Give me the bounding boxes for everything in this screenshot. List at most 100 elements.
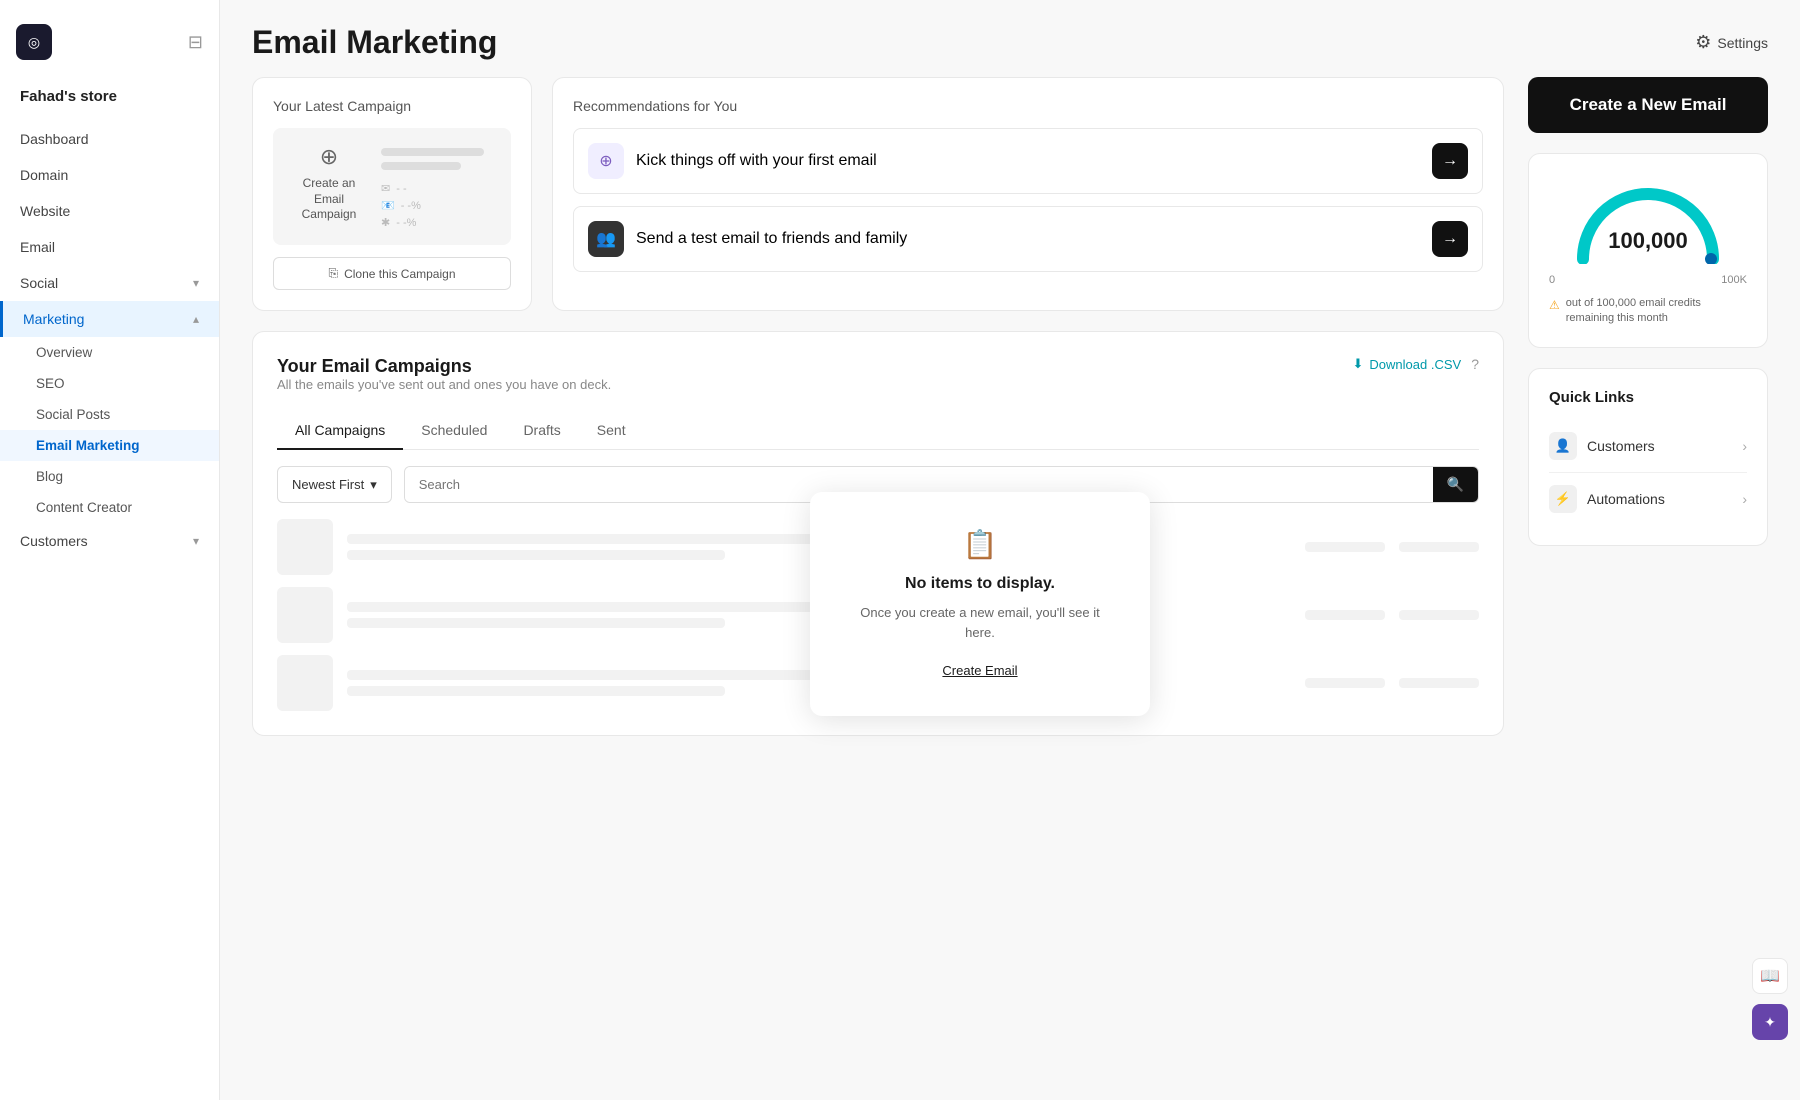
empty-state-title: No items to display. (850, 575, 1110, 593)
gear-icon: ⚙ (1695, 32, 1711, 53)
campaigns-actions: ⬇ Download .CSV ? (1353, 356, 1479, 372)
sidebar-item-label: Customers (20, 533, 88, 549)
chevron-down-icon: ▾ (370, 477, 377, 493)
sidebar-item-social[interactable]: Social ▾ (0, 265, 219, 301)
rec-icon-2: 👥 (588, 221, 624, 257)
ghost-line (347, 686, 725, 696)
tab-scheduled[interactable]: Scheduled (403, 412, 505, 450)
sidebar-item-email[interactable]: Email (0, 229, 219, 265)
sidebar-item-dashboard[interactable]: Dashboard (0, 121, 219, 157)
campaigns-subtitle: All the emails you've sent out and ones … (277, 377, 611, 392)
sidebar-item-blog[interactable]: Blog (0, 461, 219, 492)
sidebar-item-label: Domain (20, 167, 68, 183)
credits-card: 100,000 0 100K ⚠ out of 100,000 email cr… (1528, 153, 1768, 348)
book-icon[interactable]: 📖 (1752, 958, 1788, 994)
rec-icon-1: ⊕ (588, 143, 624, 179)
sidebar-item-email-marketing[interactable]: Email Marketing (0, 430, 219, 461)
customers-icon: 👤 (1549, 432, 1577, 460)
ghost-stat (1399, 678, 1479, 688)
campaigns-tabs: All Campaigns Scheduled Drafts Sent (277, 412, 1479, 450)
create-email-link[interactable]: Create Email (942, 663, 1017, 678)
page-header: Email Marketing ⚙ Settings (220, 0, 1800, 77)
top-row: Your Latest Campaign ⊕ Create an Email C… (252, 77, 1504, 311)
ghost-stat (1305, 610, 1385, 620)
quick-links-card: Quick Links 👤 Customers › ⚡ Automations … (1528, 368, 1768, 546)
quick-link-left: ⚡ Automations (1549, 485, 1665, 513)
sidebar-item-social-posts[interactable]: Social Posts (0, 399, 219, 430)
help-icon[interactable]: ? (1471, 356, 1479, 372)
tab-all-campaigns[interactable]: All Campaigns (277, 412, 403, 450)
clone-icon: ⎘ (328, 266, 338, 281)
sidebar-item-label: Dashboard (20, 131, 89, 147)
campaigns-title: Your Email Campaigns (277, 356, 611, 377)
rec-arrow-button-2[interactable]: → (1432, 221, 1468, 257)
campaigns-section: Your Email Campaigns All the emails you'… (252, 331, 1504, 736)
stat-click-row: ✱ - -% (381, 216, 495, 229)
create-new-email-button[interactable]: Create a New Email (1528, 77, 1768, 133)
quick-links-title: Quick Links (1549, 389, 1747, 406)
sidebar-item-marketing[interactable]: Marketing ▴ (0, 301, 219, 337)
campaigns-header: Your Email Campaigns All the emails you'… (277, 356, 1479, 408)
bottom-right-icons: 📖 ✦ (1752, 958, 1788, 1040)
ghost-stat (1305, 678, 1385, 688)
sort-dropdown[interactable]: Newest First ▾ (277, 466, 392, 503)
sidebar-item-domain[interactable]: Domain (0, 157, 219, 193)
campaigns-title-area: Your Email Campaigns All the emails you'… (277, 356, 611, 408)
rec-text-1: Kick things off with your first email (636, 152, 877, 170)
quick-link-customers[interactable]: 👤 Customers › (1549, 420, 1747, 473)
sidebar-nav: Dashboard Domain Website Email Social ▾ … (0, 121, 219, 1084)
sort-label: Newest First (292, 477, 364, 492)
download-icon: ⬇ (1353, 356, 1364, 372)
quick-link-automations[interactable]: ⚡ Automations › (1549, 473, 1747, 525)
ghost-line (347, 550, 725, 560)
rec-text-2: Send a test email to friends and family (636, 230, 907, 248)
gauge-max-label: 100K (1721, 274, 1747, 286)
stat-open-row: 📧 - -% (381, 199, 495, 212)
sidebar-item-label: Email (20, 239, 55, 255)
sidebar-item-website[interactable]: Website (0, 193, 219, 229)
sidebar-item-seo[interactable]: SEO (0, 368, 219, 399)
empty-state-icon: 📋 (850, 528, 1110, 561)
recommendation-item-2: 👥 Send a test email to friends and famil… (573, 206, 1483, 272)
content-area: Your Latest Campaign ⊕ Create an Email C… (220, 77, 1800, 1100)
open-icon: 📧 (381, 199, 395, 212)
download-csv-button[interactable]: ⬇ Download .CSV (1353, 356, 1462, 372)
quick-link-left: 👤 Customers (1549, 432, 1655, 460)
clone-campaign-button[interactable]: ⎘ Clone this Campaign (273, 257, 511, 290)
ghost-stat (1305, 542, 1385, 552)
tab-drafts[interactable]: Drafts (505, 412, 578, 450)
app-logo: ◎ (16, 24, 52, 60)
automations-icon: ⚡ (1549, 485, 1577, 513)
send-icon: ✉ (381, 182, 390, 195)
gauge-wrap: 100,000 (1549, 174, 1747, 264)
stat-send-row: ✉ - - (381, 182, 495, 195)
tab-sent[interactable]: Sent (579, 412, 644, 450)
sidebar-item-content-creator[interactable]: Content Creator (0, 492, 219, 523)
gauge-labels: 0 100K (1549, 274, 1747, 286)
sidebar-collapse-button[interactable]: ⊟ (188, 32, 203, 53)
gauge-min-label: 0 (1549, 274, 1555, 286)
click-icon: ✱ (381, 216, 390, 229)
main-content: Email Marketing ⚙ Settings Your Latest C… (220, 0, 1800, 1100)
ai-assistant-icon[interactable]: ✦ (1752, 1004, 1788, 1040)
recommendations-label: Recommendations for You (573, 98, 1483, 114)
ghost-stat (1399, 542, 1479, 552)
credits-warning: ⚠ out of 100,000 email credits remaining… (1549, 296, 1747, 327)
sidebar-item-overview[interactable]: Overview (0, 337, 219, 368)
ghost-thumbnail (277, 519, 333, 575)
rec-arrow-button-1[interactable]: → (1432, 143, 1468, 179)
warning-icon: ⚠ (1549, 297, 1560, 314)
chevron-right-icon: › (1742, 491, 1747, 507)
quick-link-automations-label: Automations (1587, 491, 1665, 507)
settings-label: Settings (1717, 35, 1768, 51)
recommendation-item-1: ⊕ Kick things off with your first email … (573, 128, 1483, 194)
ghost-line (347, 618, 725, 628)
settings-button[interactable]: ⚙ Settings (1695, 32, 1768, 53)
rec-left-1: ⊕ Kick things off with your first email (588, 143, 877, 179)
search-button[interactable]: 🔍 (1433, 467, 1478, 502)
sidebar-marketing-submenu: Overview SEO Social Posts Email Marketin… (0, 337, 219, 523)
sidebar-item-label: Social (20, 275, 58, 291)
empty-state-popup: 📋 No items to display. Once you create a… (810, 492, 1150, 716)
quick-link-customers-label: Customers (1587, 438, 1655, 454)
sidebar-item-customers[interactable]: Customers ▾ (0, 523, 219, 559)
